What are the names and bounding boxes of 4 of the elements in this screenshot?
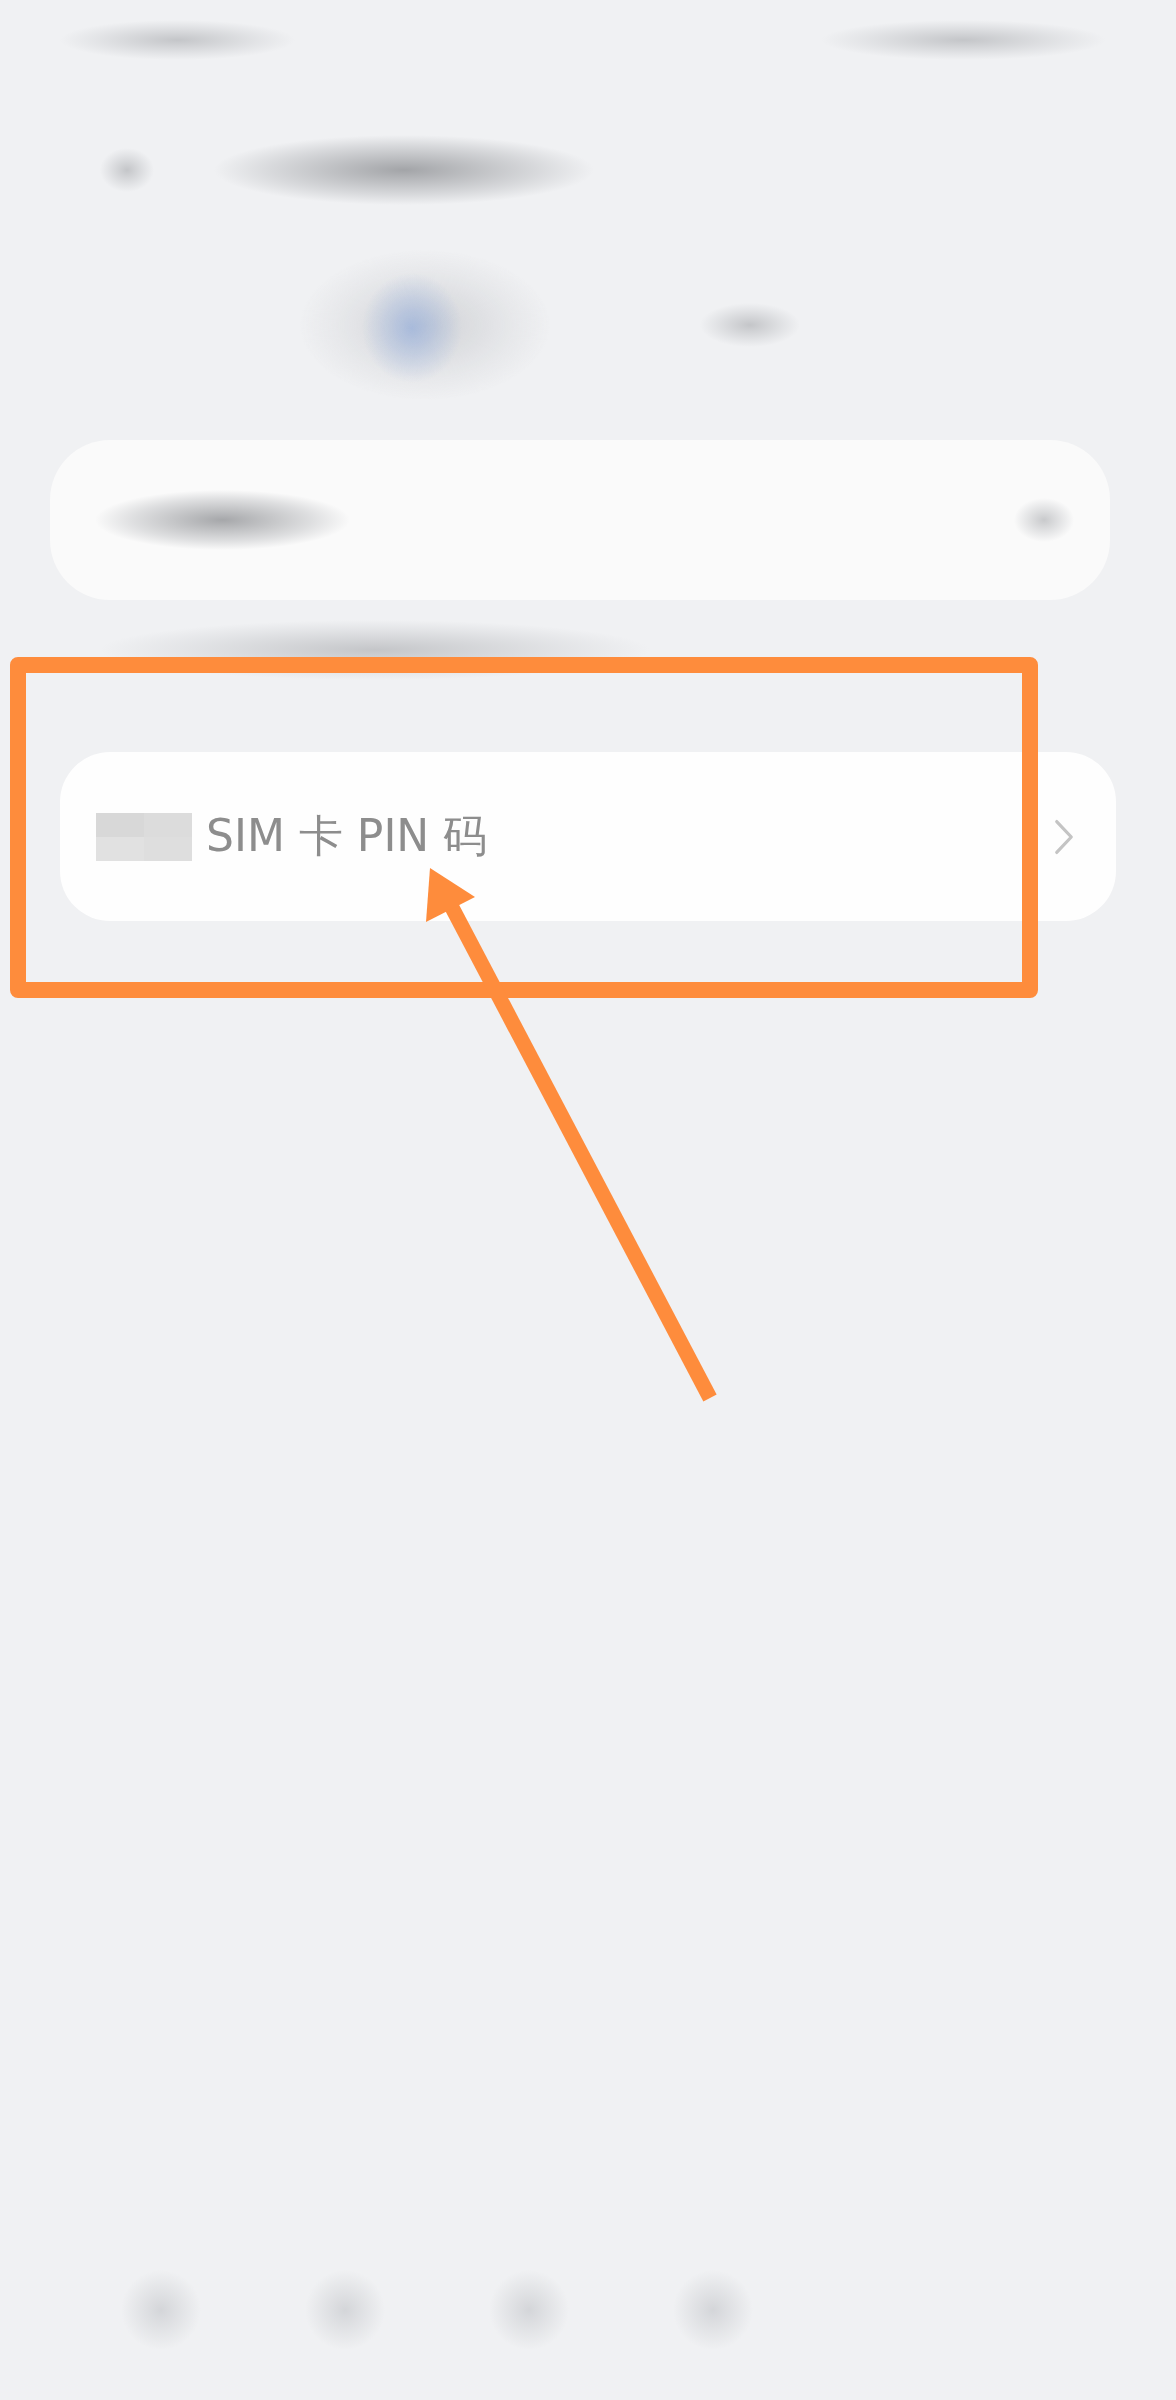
chevron-icon <box>1054 817 1074 856</box>
row-label: SIM 卡 PIN 码 <box>206 809 488 863</box>
settings-row[interactable]: SIM 卡 PIN 码 <box>60 752 1116 921</box>
pixelated-icon <box>96 812 192 861</box>
